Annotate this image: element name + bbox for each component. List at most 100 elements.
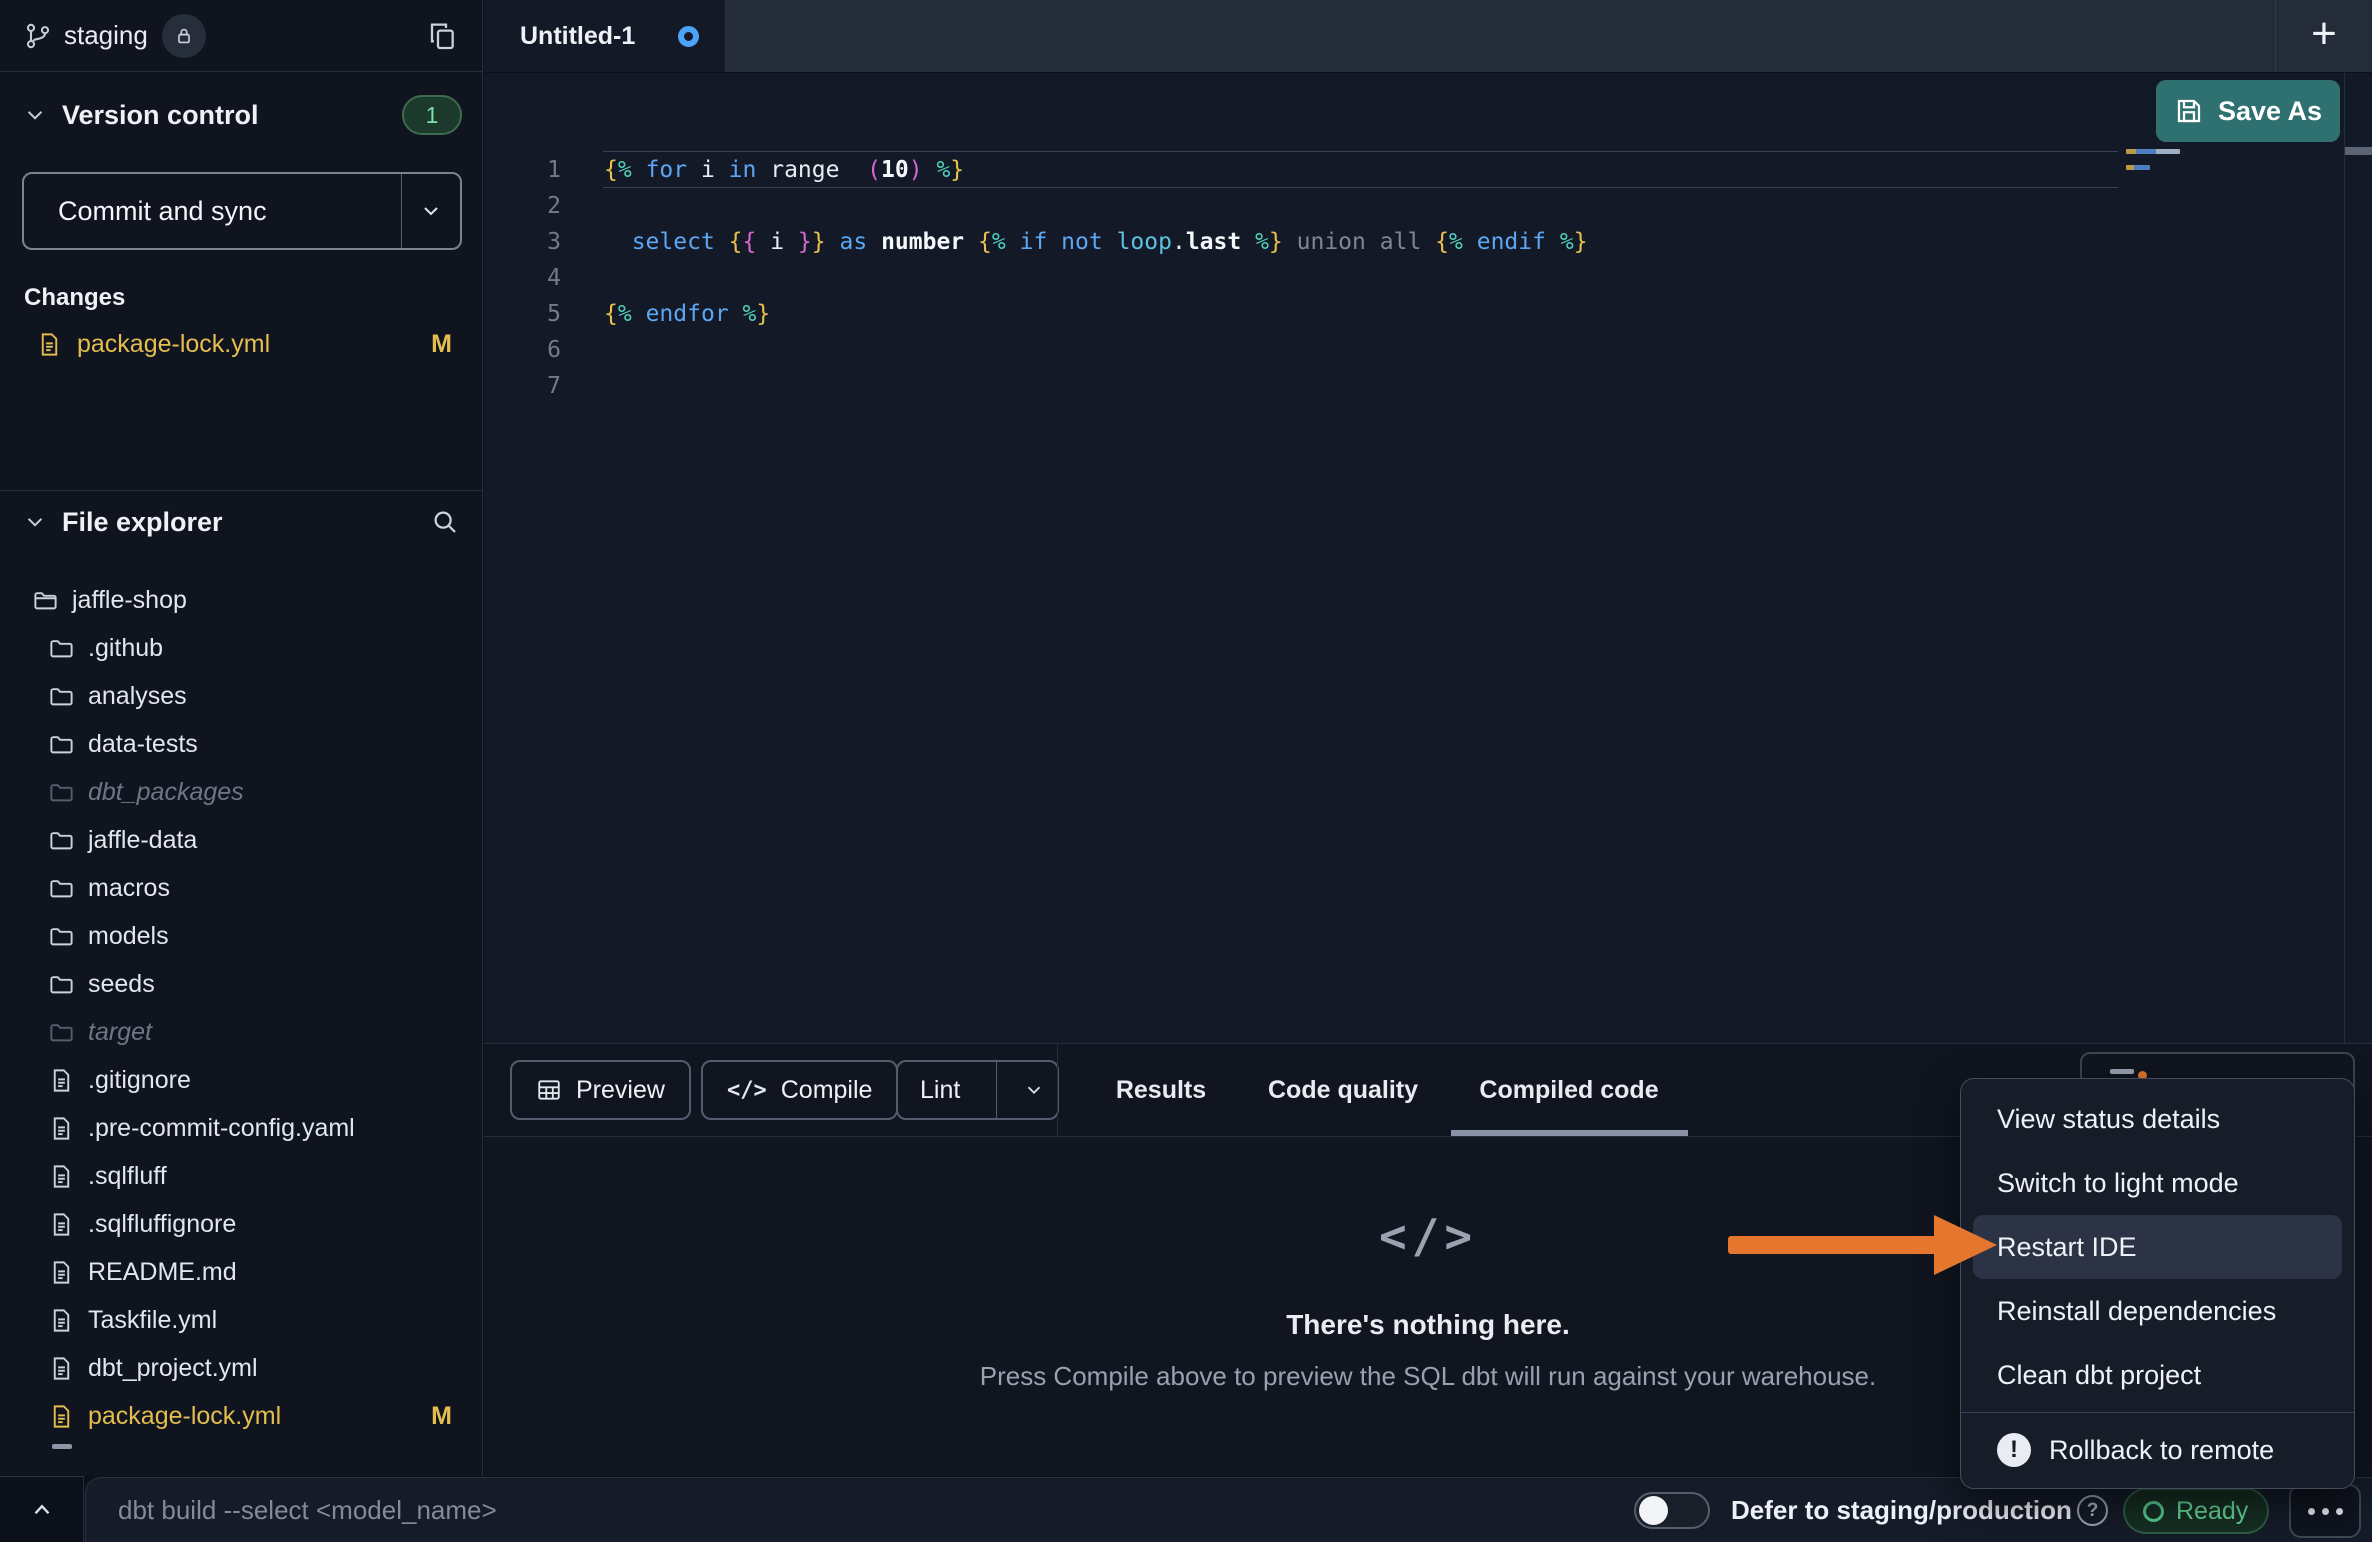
tree-item-macros[interactable]: macros bbox=[0, 864, 482, 912]
tree-item-.gitignore[interactable]: .gitignore bbox=[0, 1056, 482, 1104]
menu-item-clean-dbt-project[interactable]: Clean dbt project bbox=[1961, 1343, 2354, 1407]
tree-item-seeds[interactable]: seeds bbox=[0, 960, 482, 1008]
commit-and-sync-label: Commit and sync bbox=[24, 196, 267, 227]
annotation-arrow-icon bbox=[1700, 1214, 2000, 1276]
new-tab-button[interactable]: + bbox=[2275, 0, 2372, 72]
tab-results[interactable]: Results bbox=[1116, 1044, 1206, 1136]
branch-name[interactable]: staging bbox=[64, 20, 148, 51]
menu-item-view-status-details[interactable]: View status details bbox=[1961, 1087, 2354, 1151]
unsaved-changes-dot-icon[interactable] bbox=[678, 26, 699, 47]
tree-item-label: Taskfile.yml bbox=[88, 1306, 217, 1335]
code-editor[interactable]: Save As 1{% for i in range (10) %}23 sel… bbox=[484, 73, 2372, 1043]
status-badge[interactable]: Ready bbox=[2123, 1488, 2269, 1534]
git-branch-icon bbox=[24, 22, 52, 50]
search-icon[interactable] bbox=[430, 507, 460, 537]
tab-compiled-code[interactable]: Compiled code bbox=[1479, 1044, 1658, 1136]
plus-icon: + bbox=[2311, 12, 2337, 56]
tree-item-.sqlfluff[interactable]: .sqlfluff bbox=[0, 1152, 482, 1200]
tree-item-.pre-commit-config.yaml[interactable]: .pre-commit-config.yaml bbox=[0, 1104, 482, 1152]
line-number: 4 bbox=[501, 260, 561, 296]
menu-item-rollback-to-remote[interactable]: !Rollback to remote bbox=[1961, 1418, 2354, 1482]
editor-tab-bar: Untitled-1 + bbox=[484, 0, 2372, 73]
tree-item-data-tests[interactable]: data-tests bbox=[0, 720, 482, 768]
folder-icon bbox=[48, 923, 75, 950]
menu-item-switch-to-light-mode[interactable]: Switch to light mode bbox=[1961, 1151, 2354, 1215]
compile-button[interactable]: </> Compile bbox=[701, 1060, 898, 1120]
code-line-5[interactable]: {% endfor %} bbox=[604, 296, 770, 332]
folder-open-icon bbox=[32, 587, 59, 614]
collapse-panel-button[interactable] bbox=[0, 1476, 84, 1542]
list-icon bbox=[2110, 1069, 2134, 1074]
minimap-line bbox=[2126, 157, 2266, 162]
copy-icon[interactable] bbox=[426, 20, 458, 52]
menu-item-restart-ide[interactable]: Restart IDE bbox=[1973, 1215, 2342, 1279]
minimap[interactable] bbox=[2118, 147, 2344, 267]
version-control-header[interactable]: Version control 1 bbox=[24, 88, 462, 142]
tree-item-label: .sqlfluff bbox=[88, 1162, 167, 1191]
tree-item-package-lock.yml[interactable]: package-lock.ymlM bbox=[0, 1392, 482, 1440]
version-control-title: Version control bbox=[62, 100, 259, 131]
tree-item-dbt_project.yml[interactable]: dbt_project.yml bbox=[0, 1344, 482, 1392]
tree-item-label: dbt_project.yml bbox=[88, 1354, 258, 1383]
modified-status-badge: M bbox=[431, 1402, 452, 1431]
folder-icon bbox=[48, 779, 75, 806]
tree-item-models[interactable]: models bbox=[0, 912, 482, 960]
commit-and-sync-button[interactable]: Commit and sync bbox=[22, 172, 462, 250]
dot-icon bbox=[2308, 1508, 2315, 1515]
tree-item-Taskfile.yml[interactable]: Taskfile.yml bbox=[0, 1296, 482, 1344]
folder-icon bbox=[48, 875, 75, 902]
preview-label: Preview bbox=[576, 1076, 665, 1105]
command-input[interactable]: dbt build --select <model_name> bbox=[118, 1478, 497, 1542]
tree-item-README.md[interactable]: README.md bbox=[0, 1248, 482, 1296]
folder-icon bbox=[48, 635, 75, 662]
tree-item-jaffle-data[interactable]: jaffle-data bbox=[0, 816, 482, 864]
tree-item-label: seeds bbox=[88, 970, 155, 999]
tab-title: Untitled-1 bbox=[520, 22, 635, 51]
tree-item-label: data-tests bbox=[88, 730, 198, 759]
dot-icon bbox=[2336, 1508, 2343, 1515]
chevron-down-icon[interactable] bbox=[1011, 1079, 1057, 1101]
code-line-3[interactable]: select {{ i }} as number {% if not loop.… bbox=[604, 224, 1588, 260]
menu-item-reinstall-dependencies[interactable]: Reinstall dependencies bbox=[1961, 1279, 2354, 1343]
chevron-down-icon[interactable] bbox=[402, 199, 460, 223]
code-line-1[interactable]: {% for i in range (10) %} bbox=[604, 152, 964, 188]
changed-file-name: package-lock.yml bbox=[77, 330, 270, 359]
tree-item-.github[interactable]: .github bbox=[0, 624, 482, 672]
more-options-button[interactable] bbox=[2289, 1484, 2361, 1538]
tree-item-dbt_packages[interactable]: dbt_packages bbox=[0, 768, 482, 816]
help-icon[interactable]: ? bbox=[2077, 1495, 2108, 1526]
tree-item-label: analyses bbox=[88, 682, 187, 711]
defer-toggle[interactable] bbox=[1634, 1492, 1710, 1529]
tree-item-label: dbt_packages bbox=[88, 778, 244, 807]
tab-untitled-1[interactable]: Untitled-1 bbox=[484, 0, 726, 72]
file-icon bbox=[48, 1403, 75, 1430]
tree-item-.sqlfluffignore[interactable]: .sqlfluffignore bbox=[0, 1200, 482, 1248]
lint-button[interactable]: Lint bbox=[896, 1060, 1059, 1120]
file-explorer-header[interactable]: File explorer bbox=[24, 496, 460, 548]
tree-item-analyses[interactable]: analyses bbox=[0, 672, 482, 720]
tree-item-label: .pre-commit-config.yaml bbox=[88, 1114, 355, 1143]
tree-item-jaffle-shop[interactable]: jaffle-shop bbox=[0, 576, 482, 624]
tree-item-label: .gitignore bbox=[88, 1066, 191, 1095]
chevron-down-icon bbox=[24, 104, 46, 126]
changed-file-row[interactable]: package-lock.yml M bbox=[0, 320, 482, 368]
tree-item-label: README.md bbox=[88, 1258, 237, 1287]
file-icon bbox=[48, 1307, 75, 1334]
toggle-knob bbox=[1639, 1496, 1668, 1525]
tree-item-label: macros bbox=[88, 874, 170, 903]
tree-item-label: models bbox=[88, 922, 169, 951]
file-icon bbox=[48, 1115, 75, 1142]
tree-item-target[interactable]: target bbox=[0, 1008, 482, 1056]
tab-code-quality[interactable]: Code quality bbox=[1268, 1044, 1418, 1136]
save-as-button[interactable]: Save As bbox=[2156, 80, 2340, 142]
file-icon bbox=[48, 1067, 75, 1094]
table-icon bbox=[536, 1077, 562, 1103]
tree-item-label: .sqlfluffignore bbox=[88, 1210, 236, 1239]
save-icon bbox=[2174, 96, 2204, 126]
overview-ruler-cursor-marker bbox=[2345, 147, 2372, 155]
menu-item-label: Rollback to remote bbox=[2049, 1435, 2274, 1466]
folder-icon bbox=[48, 731, 75, 758]
branch-row: staging bbox=[0, 0, 482, 72]
preview-button[interactable]: Preview bbox=[510, 1060, 691, 1120]
minimap-line bbox=[2126, 165, 2150, 170]
